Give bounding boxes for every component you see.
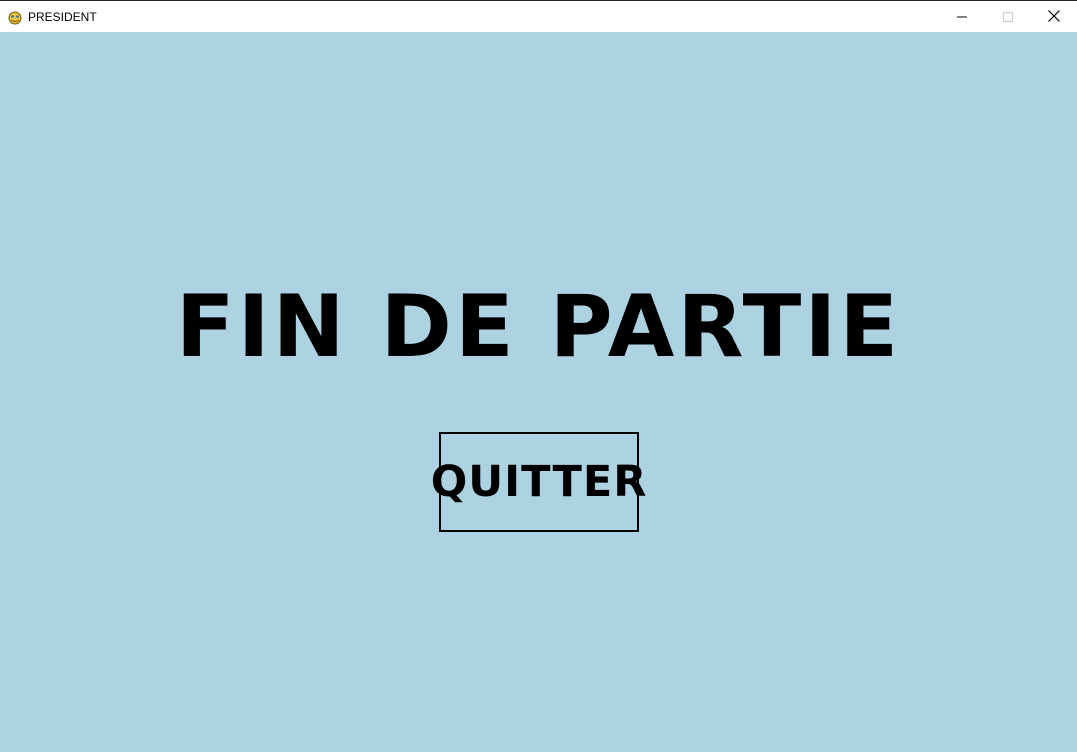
game-canvas: FIN DE PARTIE QUITTER <box>0 32 1077 752</box>
minimize-icon <box>957 7 967 26</box>
window-controls <box>939 1 1077 32</box>
quit-button[interactable]: QUITTER <box>431 432 646 532</box>
close-icon <box>1048 7 1060 26</box>
minimize-button[interactable] <box>939 1 985 32</box>
maximize-button[interactable] <box>985 1 1031 32</box>
pygame-icon <box>7 9 23 25</box>
game-over-title: FIN DE PARTIE <box>175 277 902 377</box>
close-button[interactable] <box>1031 1 1077 32</box>
maximize-icon <box>1003 7 1013 26</box>
window-titlebar: PRESIDENT <box>0 0 1077 32</box>
window-title: PRESIDENT <box>28 9 97 24</box>
